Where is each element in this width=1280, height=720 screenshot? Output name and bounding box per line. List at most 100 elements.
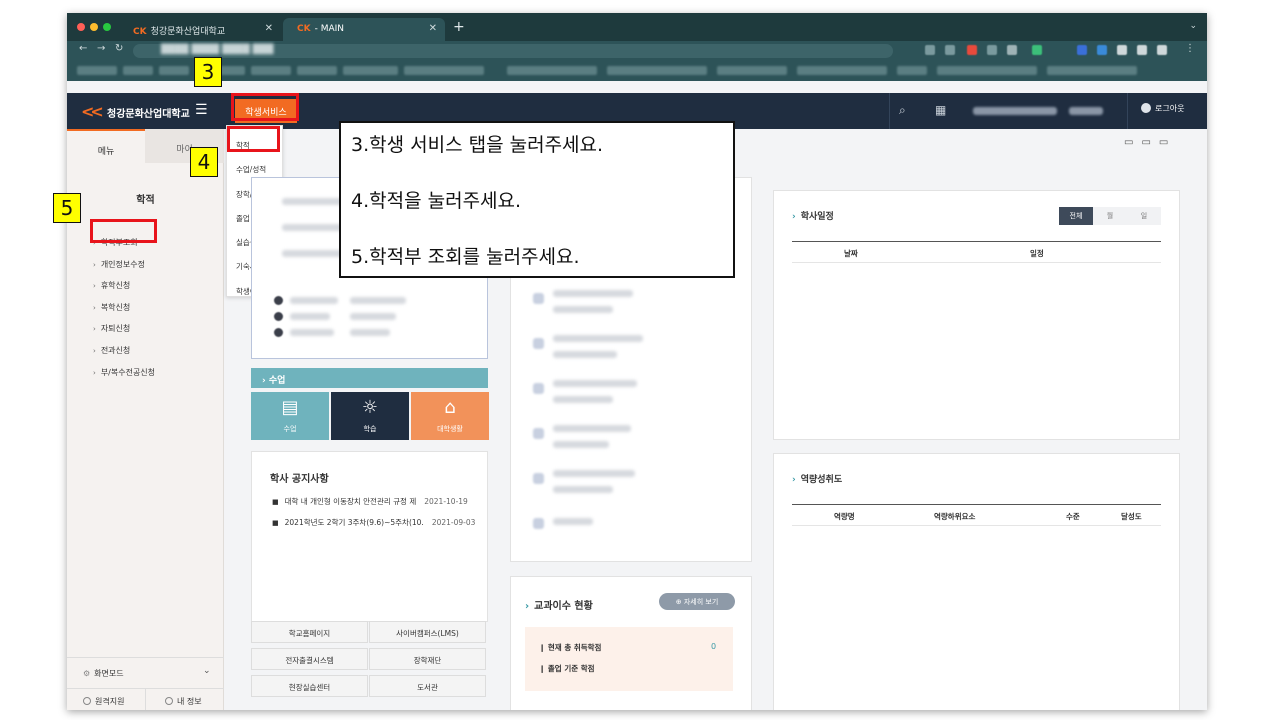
segment-month[interactable]: 월 — [1093, 207, 1127, 225]
total-credits-row: ❙ 현재 총 취득학점 — [539, 643, 602, 652]
blurred-text — [553, 396, 613, 403]
screen-mode-selector[interactable]: ⚙ 화면모드 — [83, 668, 124, 679]
browser-menu-icon[interactable]: ⋮ — [1185, 43, 1195, 54]
extension-icon[interactable] — [1117, 45, 1127, 55]
bookmark-item[interactable] — [404, 66, 484, 75]
footer-divider — [145, 689, 146, 710]
highlight-student-service-tab — [231, 93, 299, 121]
blurred-text — [553, 335, 643, 342]
tile-class-label: 수업 — [283, 425, 297, 433]
quick-link-scholarship[interactable]: 장학재단 — [369, 648, 486, 670]
instruction-box: 3.학생 서비스 탭을 눌러주세요. 4.학적을 눌러주세요. 5.학적부 조회… — [339, 121, 735, 278]
segment-all[interactable]: 전체 — [1059, 207, 1093, 225]
extension-icon[interactable] — [987, 45, 997, 55]
sidebar-item-personal-info[interactable]: › 개인정보수정 — [93, 259, 155, 281]
minimize-window-icon[interactable] — [90, 23, 98, 31]
competency-table-header: 역량명 역량하위요소 수준 달성도 — [792, 504, 1161, 526]
curriculum-title-text: 교과이수 현황 — [534, 601, 593, 612]
logout-button[interactable]: 로그아웃 — [1141, 103, 1184, 114]
document-icon: ▤ — [281, 397, 299, 418]
column-competency: 역량명 — [834, 512, 855, 521]
list-item[interactable]: ■ 2021학년도 2학기 3주차(9.6)~5주차(10. 2021-09-03 — [272, 517, 475, 538]
reload-icon[interactable]: ↻ — [115, 43, 123, 54]
list-item[interactable]: ■ 대학 내 개인형 이동장치 안전관리 규정 제 2021-10-19 — [272, 496, 475, 517]
extension-icon[interactable] — [1032, 45, 1042, 55]
grid-icon[interactable]: ▦ — [935, 103, 946, 117]
extension-icon[interactable] — [1157, 45, 1167, 55]
site-favicon-icon: CK — [297, 24, 311, 34]
extension-icon[interactable] — [1097, 45, 1107, 55]
sidebar-item-withdraw[interactable]: › 자퇴신청 — [93, 323, 155, 345]
sidebar-item-return[interactable]: › 복학신청 — [93, 302, 155, 324]
bookmark-item[interactable] — [507, 66, 597, 75]
quick-link-lms[interactable]: 사이버캠퍼스(LMS) — [369, 621, 486, 643]
sidebar-item-transfer[interactable]: › 전과신청 — [93, 345, 155, 367]
bookmark-item[interactable] — [251, 66, 291, 75]
blurred-text — [290, 313, 330, 320]
bookmark-item[interactable] — [607, 66, 707, 75]
blurred-text — [553, 441, 609, 448]
academic-schedule-panel: › 학사일정 전체 월 일 날짜 일정 — [773, 190, 1180, 440]
tile-study[interactable]: ☼ 학습 — [331, 392, 409, 440]
total-credits-label: 현재 총 취득학점 — [547, 643, 602, 652]
extension-icon[interactable] — [945, 45, 955, 55]
quick-link-library[interactable]: 도서관 — [369, 675, 486, 697]
back-icon[interactable]: ← — [79, 43, 87, 54]
segment-day[interactable]: 일 — [1127, 207, 1161, 225]
extension-icon[interactable] — [1077, 45, 1087, 55]
sidebar-item-double-major[interactable]: › 부/복수전공신청 — [93, 367, 155, 389]
logout-label: 로그아웃 — [1155, 104, 1185, 113]
url-field[interactable]: ████ ████ ████ ███ — [133, 44, 893, 58]
close-tab-icon[interactable]: ✕ — [429, 23, 437, 34]
chevron-right-icon: › — [93, 368, 96, 377]
bookmark-item[interactable] — [717, 66, 787, 75]
notice-list: ■ 대학 내 개인형 이동장치 안전관리 규정 제 2021-10-19 ■ 2021… — [272, 496, 475, 538]
maximize-window-icon[interactable] — [103, 23, 111, 31]
extension-icon[interactable] — [1007, 45, 1017, 55]
site-favicon-icon: CK — [133, 27, 147, 37]
extension-icon[interactable] — [1137, 45, 1147, 55]
close-window-icon[interactable] — [77, 23, 85, 31]
search-icon[interactable]: ⌕ — [899, 103, 906, 118]
bookmark-item[interactable] — [937, 66, 1037, 75]
user-role-blurred — [1069, 107, 1103, 115]
hamburger-menu-icon[interactable]: ☰ — [195, 102, 208, 118]
extension-icon[interactable] — [967, 45, 977, 55]
layout-toggle-icons[interactable]: ▭▭▭ — [1124, 137, 1176, 148]
tile-class[interactable]: ▤ 수업 — [251, 392, 329, 440]
bookmark-item[interactable] — [343, 66, 398, 75]
remote-support-button[interactable]: 원격지원 — [83, 696, 124, 707]
site-logo-icon[interactable]: << — [81, 102, 104, 121]
column-sub-element: 역량하위요소 — [934, 512, 976, 521]
quick-link-attendance[interactable]: 전자출결시스템 — [251, 648, 368, 670]
bookmark-item[interactable] — [159, 66, 189, 75]
tab-menu[interactable]: 메뉴 — [67, 129, 145, 163]
tile-study-label: 학습 — [363, 425, 377, 433]
chevron-right-icon: › — [93, 303, 96, 312]
competency-title: › 역량성취도 — [792, 472, 842, 485]
tab-list-chevron-icon[interactable]: ⌄ — [1189, 21, 1197, 31]
sidebar-footer: 원격지원 내 정보 — [67, 688, 224, 710]
bookmark-item[interactable] — [297, 66, 337, 75]
bookmark-item[interactable] — [1047, 66, 1137, 75]
sidebar-item-leave[interactable]: › 휴학신청 — [93, 280, 155, 302]
close-tab-icon[interactable]: ✕ — [265, 23, 273, 34]
browser-tab-1[interactable]: CK 청강문화산업대학교 ✕ — [119, 18, 281, 41]
tile-campus-life[interactable]: ⌂ 대학생활 — [411, 392, 489, 440]
bookmark-item[interactable] — [897, 66, 927, 75]
my-info-button[interactable]: 내 정보 — [165, 696, 202, 707]
notice-date: 2021-10-19 — [424, 497, 468, 506]
detail-view-button[interactable]: ⊕ 자세히 보기 — [659, 593, 735, 610]
bookmark-item[interactable] — [123, 66, 153, 75]
graduation-credits-row: ❙ 졸업 기준 학점 — [539, 664, 595, 673]
bookmark-item[interactable] — [797, 66, 887, 75]
new-tab-icon[interactable]: + — [453, 19, 465, 35]
browser-tab-2[interactable]: CK - MAIN ✕ — [283, 18, 445, 41]
site-name[interactable]: 청강문화산업대학교 — [107, 105, 190, 120]
quick-link-fieldwork[interactable]: 현장실습센터 — [251, 675, 368, 697]
extension-icon[interactable] — [925, 45, 935, 55]
bookmark-item[interactable] — [77, 66, 117, 75]
chevron-down-icon[interactable]: ⌄ — [203, 666, 211, 676]
forward-icon[interactable]: → — [97, 43, 105, 54]
quick-link-homepage[interactable]: 학교홈페이지 — [251, 621, 368, 643]
